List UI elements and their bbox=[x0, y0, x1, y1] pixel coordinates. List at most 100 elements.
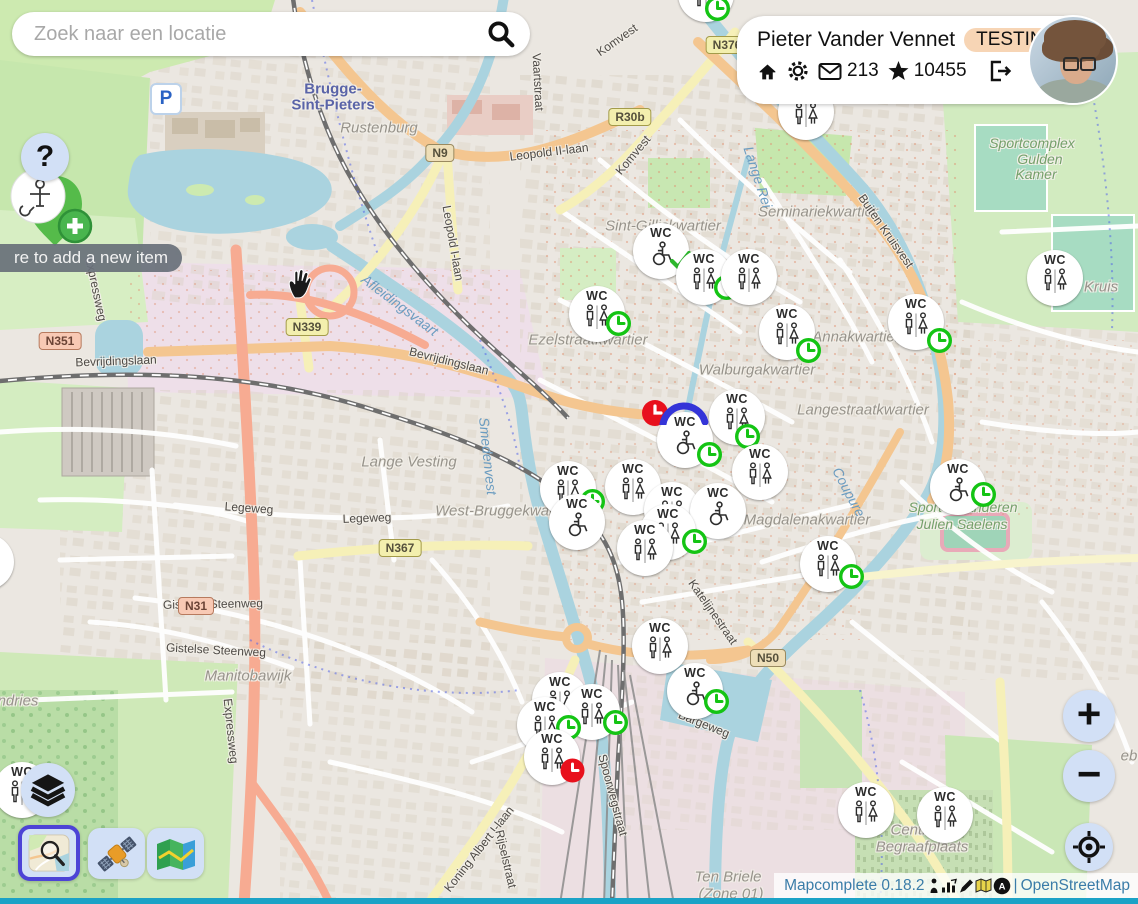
statistics-icon[interactable] bbox=[941, 878, 957, 894]
messages-icon[interactable] bbox=[818, 61, 842, 82]
male-female-icon bbox=[791, 102, 821, 129]
user-avatar[interactable] bbox=[1028, 15, 1118, 105]
map-icon[interactable] bbox=[975, 878, 992, 893]
wc-label: WC bbox=[855, 786, 877, 799]
status-badge bbox=[795, 337, 822, 364]
open-clock-icon bbox=[703, 688, 730, 715]
wc-label: WC bbox=[549, 676, 571, 689]
search-icon[interactable] bbox=[486, 19, 516, 49]
status-badge bbox=[926, 327, 953, 354]
status-badge bbox=[838, 563, 865, 590]
male-female-icon bbox=[745, 462, 775, 489]
app-version[interactable]: Mapcomplete 0.18.2 bbox=[784, 877, 924, 895]
star-icon[interactable] bbox=[888, 61, 909, 81]
wc-label: WC bbox=[905, 298, 927, 311]
home-icon[interactable] bbox=[757, 61, 778, 82]
avatar-hair bbox=[1044, 20, 1106, 54]
status-badge bbox=[605, 310, 632, 337]
wc-label: WC bbox=[684, 667, 706, 680]
male-female-icon bbox=[630, 538, 660, 565]
search-input[interactable] bbox=[32, 22, 486, 47]
wc-label: WC bbox=[557, 465, 579, 478]
osm-carto-icon bbox=[28, 834, 70, 872]
status-badge bbox=[559, 757, 586, 784]
avatar-glasses-right bbox=[1080, 57, 1096, 71]
basemap-style-map-button[interactable] bbox=[147, 828, 204, 879]
wc-label: WC bbox=[661, 486, 683, 499]
wheelchair-icon bbox=[703, 501, 733, 528]
folded-map-icon bbox=[154, 836, 198, 872]
toilet-marker[interactable]: WC bbox=[0, 534, 14, 590]
basemap-style-osm-button[interactable] bbox=[18, 825, 80, 881]
male-female-icon bbox=[851, 800, 881, 827]
zoom-in-button[interactable]: + bbox=[1063, 690, 1115, 742]
wc-label: WC bbox=[726, 393, 748, 406]
selected-marker-arc bbox=[659, 399, 709, 430]
license-icon[interactable]: A bbox=[993, 877, 1011, 895]
open-clock-icon bbox=[838, 563, 865, 590]
wc-label: WC bbox=[776, 308, 798, 321]
logout-icon[interactable] bbox=[988, 59, 1012, 83]
male-female-icon bbox=[645, 636, 675, 663]
toilet-marker[interactable]: WC bbox=[917, 787, 973, 843]
male-female-icon bbox=[618, 477, 648, 504]
toilet-marker[interactable]: WC bbox=[732, 444, 788, 500]
wc-label: WC bbox=[566, 498, 588, 511]
wc-label: WC bbox=[657, 508, 679, 521]
status-badge bbox=[704, 0, 731, 22]
wc-label: WC bbox=[947, 463, 969, 476]
layers-icon bbox=[29, 773, 67, 808]
messages-count[interactable]: 213 bbox=[847, 60, 879, 82]
attribution-bar: Mapcomplete 0.18.2 A | OpenStreetMap bbox=[774, 873, 1138, 898]
toilet-marker[interactable]: WC bbox=[1027, 250, 1083, 306]
zoom-out-label: − bbox=[1077, 750, 1102, 798]
help-label: ? bbox=[36, 140, 54, 174]
toilet-marker[interactable]: WC bbox=[549, 494, 605, 550]
stars-count[interactable]: 10455 bbox=[914, 60, 967, 82]
wc-label: WC bbox=[738, 253, 760, 266]
status-badge bbox=[696, 441, 723, 468]
male-female-icon bbox=[1040, 268, 1070, 295]
toilet-marker[interactable]: WC bbox=[632, 618, 688, 674]
svg-text:A: A bbox=[998, 881, 1005, 892]
selection-arc-icon bbox=[659, 399, 709, 425]
wc-label: WC bbox=[707, 487, 729, 500]
open-clock-icon bbox=[926, 327, 953, 354]
closed-clock-icon bbox=[559, 757, 586, 784]
open-clock-icon bbox=[605, 310, 632, 337]
layers-button[interactable] bbox=[21, 763, 75, 817]
edit-pencil-icon[interactable] bbox=[958, 878, 974, 894]
wc-label: WC bbox=[1044, 254, 1066, 267]
toilet-marker[interactable]: WC bbox=[721, 249, 777, 305]
open-clock-icon bbox=[795, 337, 822, 364]
gear-icon[interactable] bbox=[787, 60, 809, 82]
osm-link[interactable]: OpenStreetMap bbox=[1021, 877, 1130, 895]
status-badge bbox=[703, 688, 730, 715]
toilet-marker[interactable]: WC bbox=[617, 520, 673, 576]
basemap-style-satellite-button[interactable] bbox=[88, 828, 145, 879]
add-item-tooltip: re to add a new item bbox=[0, 244, 182, 272]
wc-label: WC bbox=[749, 448, 771, 461]
wc-label: WC bbox=[534, 701, 556, 714]
status-badge bbox=[681, 528, 708, 555]
contributor-icon[interactable] bbox=[928, 878, 940, 894]
wc-label: WC bbox=[649, 622, 671, 635]
status-badge bbox=[602, 709, 629, 736]
male-female-icon bbox=[734, 267, 764, 294]
open-clock-icon bbox=[681, 528, 708, 555]
search-bar bbox=[12, 12, 530, 56]
map-canvas[interactable]: Brugge-Sint-PietersRustenburgSint-Gillis… bbox=[0, 0, 1138, 904]
wc-label: WC bbox=[634, 524, 656, 537]
open-clock-icon bbox=[602, 709, 629, 736]
help-button[interactable]: ? bbox=[21, 133, 69, 181]
zoom-out-button[interactable]: − bbox=[1063, 750, 1115, 802]
wc-label: WC bbox=[586, 290, 608, 303]
zoom-in-label: + bbox=[1077, 690, 1102, 738]
male-female-icon bbox=[0, 552, 1, 579]
open-clock-icon bbox=[970, 481, 997, 508]
toilet-marker[interactable]: WC bbox=[838, 782, 894, 838]
wc-label: WC bbox=[817, 540, 839, 553]
wc-label: WC bbox=[650, 227, 672, 240]
geolocate-button[interactable] bbox=[1065, 823, 1113, 871]
crosshair-icon bbox=[1072, 830, 1106, 864]
